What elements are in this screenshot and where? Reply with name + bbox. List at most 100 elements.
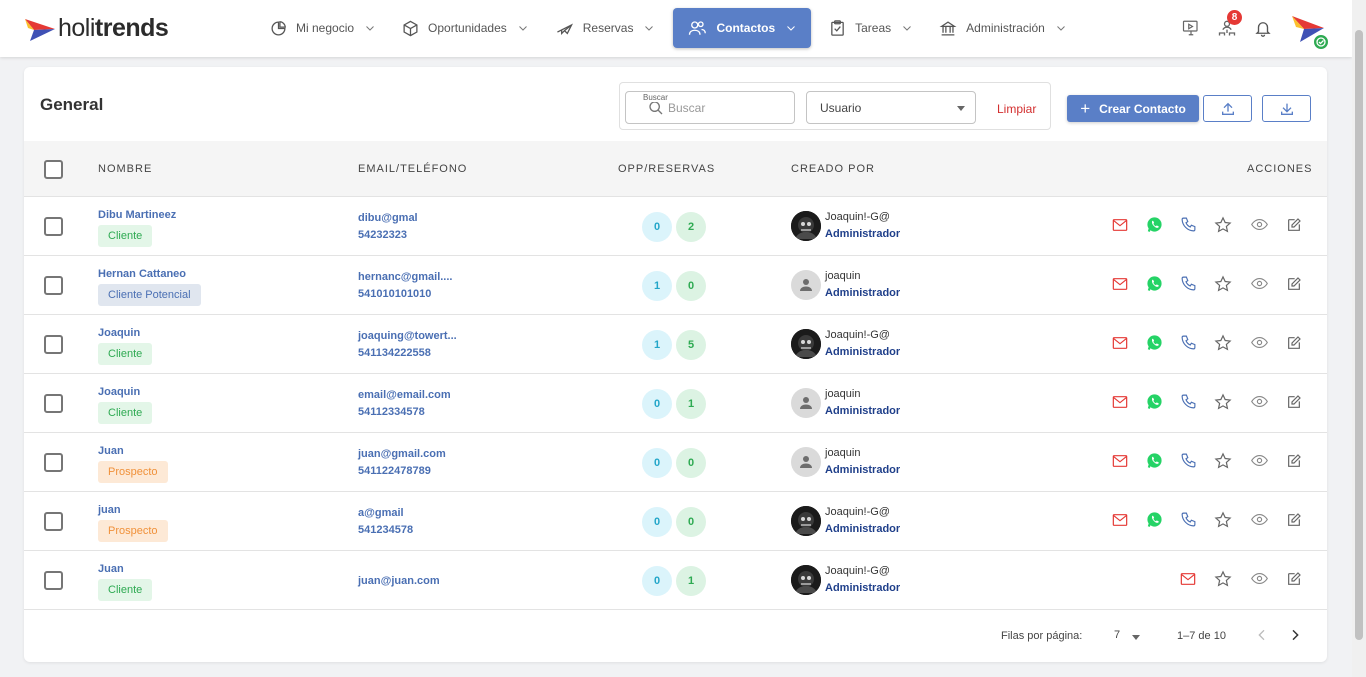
column-header-email[interactable]: EMAIL/TELÉFONO xyxy=(358,163,467,175)
send-email-button[interactable] xyxy=(1109,216,1131,238)
whatsapp-button[interactable] xyxy=(1143,216,1165,238)
download-button[interactable] xyxy=(1262,95,1311,122)
send-email-button[interactable] xyxy=(1109,511,1131,533)
send-email-button[interactable] xyxy=(1177,570,1199,592)
send-email-button[interactable] xyxy=(1109,393,1131,415)
contact-email-link[interactable]: email@email.com xyxy=(358,389,451,401)
reservations-count[interactable]: 0 xyxy=(676,448,706,478)
contact-email-link[interactable]: juan@juan.com xyxy=(358,575,440,587)
call-button[interactable] xyxy=(1177,393,1199,415)
row-checkbox[interactable] xyxy=(44,571,63,590)
reservations-count[interactable]: 2 xyxy=(676,212,706,242)
whatsapp-button[interactable] xyxy=(1143,452,1165,474)
search-input[interactable]: Buscar Buscar xyxy=(625,91,795,124)
view-button[interactable] xyxy=(1248,511,1270,533)
send-email-button[interactable] xyxy=(1109,275,1131,297)
contact-email-link[interactable]: dibu@gmal xyxy=(358,212,418,224)
opportunities-count[interactable]: 0 xyxy=(642,389,672,419)
edit-button[interactable] xyxy=(1283,275,1305,297)
upload-button[interactable] xyxy=(1203,95,1252,122)
whatsapp-button[interactable] xyxy=(1143,275,1165,297)
contact-email-link[interactable]: a@gmail xyxy=(358,507,404,519)
edit-button[interactable] xyxy=(1283,511,1305,533)
view-button[interactable] xyxy=(1248,275,1270,297)
contact-email-link[interactable]: juan@gmail.com xyxy=(358,448,446,460)
contact-email-link[interactable]: joaquing@towert... xyxy=(358,330,457,342)
row-checkbox[interactable] xyxy=(44,335,63,354)
user-select[interactable]: Usuario xyxy=(806,91,976,124)
call-button[interactable] xyxy=(1177,275,1199,297)
reservations-count[interactable]: 1 xyxy=(676,389,706,419)
contact-phone-link[interactable]: 541122478789 xyxy=(358,465,431,477)
create-contact-button[interactable]: + Crear Contacto xyxy=(1067,95,1199,122)
contact-email-link[interactable]: hernanc@gmail.... xyxy=(358,271,452,283)
send-email-button[interactable] xyxy=(1109,334,1131,356)
page-scrollbar[interactable] xyxy=(1352,0,1366,677)
screen-share-button[interactable] xyxy=(1178,10,1204,46)
call-button[interactable] xyxy=(1177,452,1199,474)
notifications-button[interactable] xyxy=(1250,10,1276,46)
rows-per-page-select[interactable]: 7 xyxy=(1114,629,1120,641)
edit-button[interactable] xyxy=(1283,334,1305,356)
edit-button[interactable] xyxy=(1283,570,1305,592)
contact-name-link[interactable]: juan xyxy=(98,504,121,516)
whatsapp-button[interactable] xyxy=(1143,511,1165,533)
whatsapp-button[interactable] xyxy=(1143,334,1165,356)
contact-name-link[interactable]: Joaquin xyxy=(98,386,140,398)
contact-name-link[interactable]: Juan xyxy=(98,445,124,457)
column-header-opp[interactable]: OPP/RESERVAS xyxy=(618,163,715,175)
opportunities-count[interactable]: 0 xyxy=(642,212,672,242)
reservations-count[interactable]: 5 xyxy=(676,330,706,360)
nav-oportunidades[interactable]: Oportunidades xyxy=(394,8,537,48)
contact-name-link[interactable]: Hernan Cattaneo xyxy=(98,268,186,280)
opportunities-count[interactable]: 0 xyxy=(642,507,672,537)
row-checkbox[interactable] xyxy=(44,276,63,295)
row-checkbox[interactable] xyxy=(44,394,63,413)
view-button[interactable] xyxy=(1248,393,1270,415)
favorite-button[interactable] xyxy=(1212,215,1234,238)
opportunities-count[interactable]: 0 xyxy=(642,566,672,596)
call-button[interactable] xyxy=(1177,216,1199,238)
contact-phone-link[interactable]: 54232323 xyxy=(358,229,407,241)
contact-name-link[interactable]: Joaquin xyxy=(98,327,140,339)
favorite-button[interactable] xyxy=(1212,569,1234,592)
reservations-count[interactable]: 0 xyxy=(676,271,706,301)
team-notifications-button[interactable]: 8 xyxy=(1214,10,1242,46)
holitrends-logo[interactable]: holitrends xyxy=(24,14,169,43)
nav-administracion[interactable]: Administración xyxy=(931,8,1075,48)
favorite-button[interactable] xyxy=(1212,274,1234,297)
nav-mi-negocio[interactable]: Mi negocio xyxy=(262,8,384,48)
column-header-nombre[interactable]: NOMBRE xyxy=(98,163,152,175)
opportunities-count[interactable]: 1 xyxy=(642,271,672,301)
contact-name-link[interactable]: Dibu Martineez xyxy=(98,209,176,221)
user-avatar-button[interactable] xyxy=(1290,12,1330,52)
row-checkbox[interactable] xyxy=(44,217,63,236)
edit-button[interactable] xyxy=(1283,216,1305,238)
favorite-button[interactable] xyxy=(1212,451,1234,474)
column-header-creador[interactable]: CREADO POR xyxy=(791,163,875,175)
opportunities-count[interactable]: 0 xyxy=(642,448,672,478)
contact-name-link[interactable]: Juan xyxy=(98,563,124,575)
view-button[interactable] xyxy=(1248,334,1270,356)
opportunities-count[interactable]: 1 xyxy=(642,330,672,360)
nav-tareas[interactable]: Tareas xyxy=(821,8,921,48)
edit-button[interactable] xyxy=(1283,452,1305,474)
contact-phone-link[interactable]: 541010101010 xyxy=(358,288,431,300)
edit-button[interactable] xyxy=(1283,393,1305,415)
call-button[interactable] xyxy=(1177,334,1199,356)
view-button[interactable] xyxy=(1248,452,1270,474)
next-page-button[interactable] xyxy=(1287,626,1303,644)
send-email-button[interactable] xyxy=(1109,452,1131,474)
contact-phone-link[interactable]: 541134222558 xyxy=(358,347,431,359)
contact-phone-link[interactable]: 54112334578 xyxy=(358,406,425,418)
scrollbar-thumb[interactable] xyxy=(1355,30,1363,640)
clear-filters-button[interactable]: Limpiar xyxy=(997,102,1036,116)
call-button[interactable] xyxy=(1177,511,1199,533)
nav-contactos[interactable]: Contactos xyxy=(673,8,812,48)
favorite-button[interactable] xyxy=(1212,392,1234,415)
contact-phone-link[interactable]: 541234578 xyxy=(358,524,413,536)
favorite-button[interactable] xyxy=(1212,333,1234,356)
nav-reservas[interactable]: Reservas xyxy=(547,8,664,48)
row-checkbox[interactable] xyxy=(44,453,63,472)
previous-page-button[interactable] xyxy=(1254,626,1270,644)
